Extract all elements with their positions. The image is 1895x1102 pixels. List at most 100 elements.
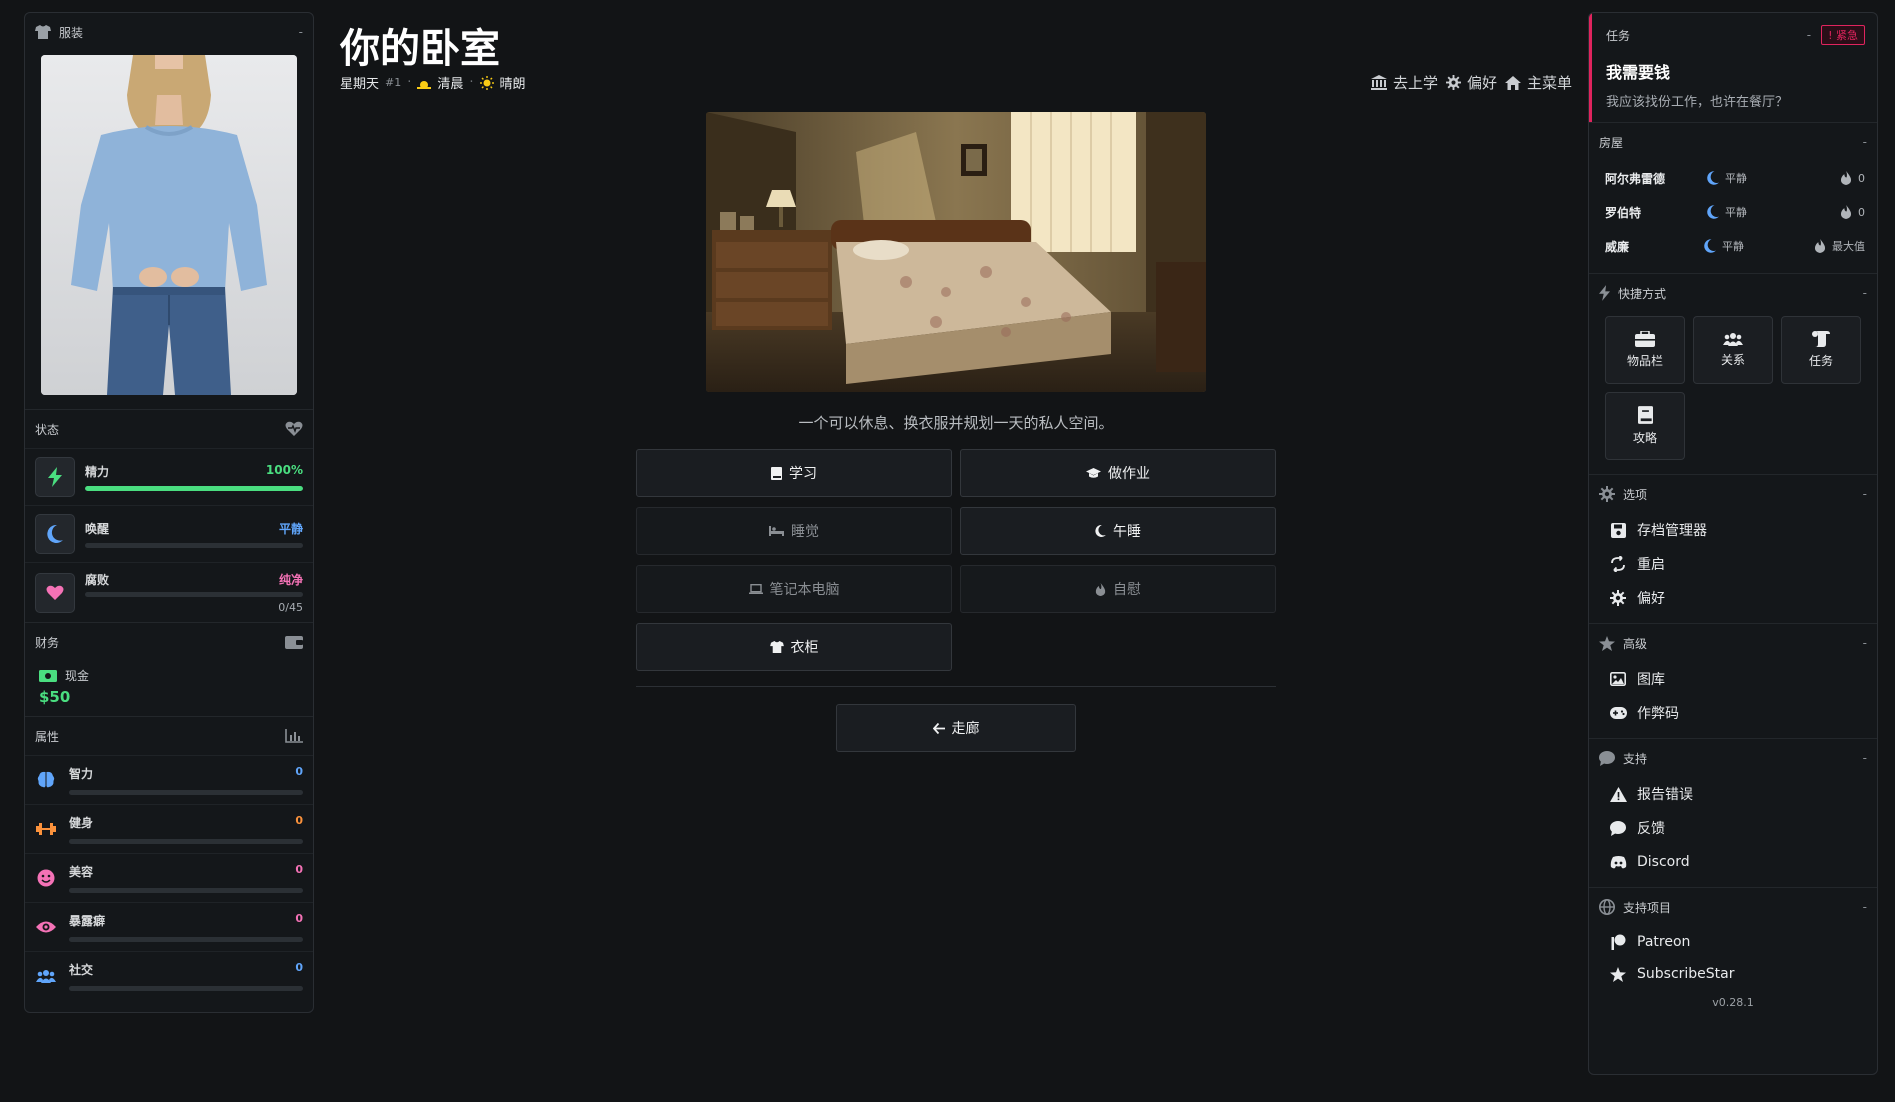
- self-label: 自慰: [1113, 582, 1141, 598]
- gallery-label: 图库: [1637, 672, 1665, 688]
- left-sidebar: 服装 - 状态 精力 100% 唤醒 平静 腐败 纯净 0/45 财务 现金 $…: [24, 12, 314, 1013]
- bed-icon: [769, 526, 784, 536]
- page-title: 你的卧室: [340, 26, 500, 72]
- gear-icon: [1445, 75, 1461, 90]
- brain-icon: [37, 771, 55, 789]
- patreon-label: Patreon: [1637, 934, 1691, 950]
- image-icon: [1609, 672, 1627, 686]
- sunrise-icon: [417, 77, 432, 89]
- attr-beauty: 美容 0: [25, 853, 313, 902]
- subscribestar-link[interactable]: SubscribeStar: [1609, 958, 1863, 990]
- quest-description: 我应该找份工作，也许在餐厅？: [1606, 95, 1789, 110]
- main-menu-link[interactable]: 主菜单: [1504, 72, 1572, 93]
- homework-button[interactable]: 做作业: [960, 449, 1276, 497]
- options-collapse-button[interactable]: -: [1851, 487, 1867, 501]
- quest-title: 我需要钱: [1606, 63, 1671, 82]
- wardrobe-button[interactable]: 衣柜: [636, 623, 952, 671]
- hallway-button[interactable]: 走廊: [836, 704, 1076, 752]
- hallway-label: 走廊: [951, 721, 980, 737]
- lightning-icon: [1599, 285, 1610, 301]
- feedback-link[interactable]: 反馈: [1609, 811, 1863, 845]
- houses-title: 房屋: [1599, 135, 1624, 150]
- shirt-icon: [35, 25, 51, 39]
- floppy-disk-icon: [1609, 522, 1627, 538]
- houses-collapse-button[interactable]: -: [1851, 135, 1867, 149]
- study-button[interactable]: 学习: [636, 449, 952, 497]
- shortcut-inventory[interactable]: 物品栏: [1605, 316, 1685, 384]
- discord-link[interactable]: Discord: [1609, 845, 1863, 879]
- house-name: 阿尔弗雷德: [1605, 171, 1666, 186]
- preferences-menu-link[interactable]: 偏好: [1609, 581, 1863, 615]
- shirt-icon: [769, 641, 784, 653]
- house-name: 威廉: [1605, 239, 1630, 254]
- advanced-section: 高级 - 图库 作弊码: [1589, 624, 1877, 739]
- moon-icon: [1707, 205, 1719, 219]
- finance-title: 财务: [35, 635, 60, 650]
- house-row[interactable]: 阿尔弗雷德 平静 0: [1589, 161, 1877, 195]
- attr-beauty-label: 美容: [69, 865, 94, 879]
- chat-bubble-icon: [1609, 820, 1627, 836]
- house-mood: 平静: [1725, 172, 1747, 185]
- outfit-image[interactable]: [41, 55, 297, 395]
- support-project-title: 支持项目: [1623, 900, 1672, 915]
- flame-icon: [1814, 239, 1826, 253]
- cheat-codes-label: 作弊码: [1637, 706, 1679, 722]
- restart-link[interactable]: 重启: [1609, 547, 1863, 581]
- gamepad-icon: [1609, 707, 1627, 719]
- preferences-link[interactable]: 偏好: [1445, 72, 1497, 93]
- quest-collapse-button[interactable]: -: [1807, 28, 1811, 42]
- corruption-bar: [85, 592, 303, 597]
- shortcuts-collapse-button[interactable]: -: [1851, 286, 1867, 300]
- cash-value: $50: [39, 688, 71, 706]
- support-collapse-button[interactable]: -: [1851, 751, 1867, 765]
- shortcut-quests[interactable]: 任务: [1781, 316, 1861, 384]
- day-number: #1: [385, 76, 402, 89]
- go-to-school-link[interactable]: 去上学: [1370, 72, 1438, 93]
- flame-icon: [1840, 171, 1852, 185]
- house-row[interactable]: 威廉 平静 最大值: [1589, 229, 1877, 263]
- book-icon: [771, 466, 782, 480]
- patreon-link[interactable]: Patreon: [1609, 926, 1863, 958]
- eye-icon: [36, 920, 56, 934]
- attr-fitness-label: 健身: [69, 816, 94, 830]
- cheat-codes-link[interactable]: 作弊码: [1609, 696, 1863, 730]
- nap-button[interactable]: 午睡: [960, 507, 1276, 555]
- sleep-button[interactable]: 睡觉: [636, 507, 952, 555]
- gallery-link[interactable]: 图库: [1609, 662, 1863, 696]
- shortcut-guide-label: 攻略: [1632, 431, 1657, 445]
- support-project-collapse-button[interactable]: -: [1851, 900, 1867, 914]
- urgent-label: 紧急: [1836, 29, 1858, 42]
- refresh-icon: [1609, 556, 1627, 572]
- home-icon: [1504, 75, 1521, 90]
- house-row[interactable]: 罗伯特 平静 0: [1589, 195, 1877, 229]
- self-button[interactable]: 自慰: [960, 565, 1276, 613]
- house-lust: 0: [1858, 205, 1865, 219]
- top-navigation: 去上学 偏好 主菜单: [1370, 72, 1572, 93]
- patreon-icon: [1609, 934, 1627, 950]
- attr-exhibitionism-value: 0: [295, 912, 303, 925]
- report-bug-link[interactable]: 报告错误: [1609, 777, 1863, 811]
- advanced-collapse-button[interactable]: -: [1851, 636, 1867, 650]
- study-label: 学习: [789, 466, 817, 482]
- attr-social-label: 社交: [69, 963, 94, 977]
- stat-corruption-label: 腐败: [85, 573, 110, 587]
- sleep-label: 睡觉: [791, 524, 819, 540]
- chat-bubble-icon: [1599, 750, 1615, 766]
- exclamation-icon: !: [1828, 29, 1833, 42]
- users-icon: [36, 969, 56, 983]
- moon-icon: [47, 525, 63, 543]
- save-manager-link[interactable]: 存档管理器: [1609, 513, 1863, 547]
- house-mood: 平静: [1725, 206, 1747, 219]
- shortcut-guide[interactable]: 攻略: [1605, 392, 1685, 460]
- divider: [636, 686, 1276, 687]
- outfit-collapse-button[interactable]: -: [287, 25, 303, 39]
- globe-icon: [1599, 899, 1615, 915]
- outfit-title: 服装: [59, 25, 84, 40]
- laptop-button[interactable]: 笔记本电脑: [636, 565, 952, 613]
- status-title: 状态: [35, 422, 60, 437]
- stat-corruption-value: 纯净: [278, 573, 303, 587]
- restart-label: 重启: [1637, 557, 1665, 573]
- finance-section: 财务 现金 $50: [25, 623, 313, 717]
- stat-arousal-value: 平静: [278, 522, 303, 536]
- shortcut-relations[interactable]: 关系: [1693, 316, 1773, 384]
